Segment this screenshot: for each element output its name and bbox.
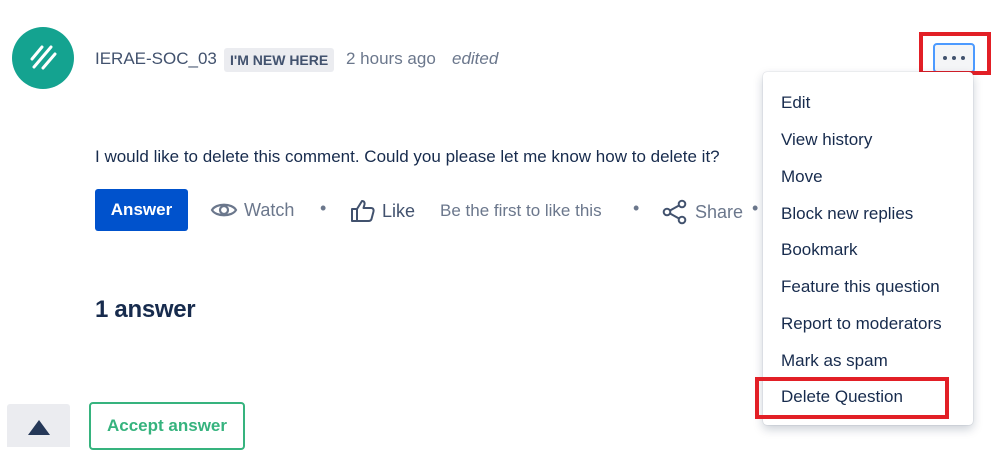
menu-item-report[interactable]: Report to moderators bbox=[781, 314, 942, 334]
menu-item-view-history[interactable]: View history bbox=[781, 130, 872, 150]
menu-item-move[interactable]: Move bbox=[781, 167, 823, 187]
menu-item-feature-question[interactable]: Feature this question bbox=[781, 277, 940, 297]
watch-label: Watch bbox=[244, 199, 295, 220]
like-prompt: Be the first to like this bbox=[440, 201, 602, 220]
highlight-box-delete bbox=[755, 377, 949, 419]
thumbs-up-icon bbox=[351, 200, 375, 222]
separator-dot: • bbox=[633, 198, 640, 218]
question-body: I would like to delete this comment. Cou… bbox=[95, 147, 720, 166]
share-icon bbox=[662, 199, 687, 225]
eye-icon bbox=[210, 203, 238, 217]
upvote-button[interactable] bbox=[7, 404, 70, 447]
page-title-fragment bbox=[296, 0, 314, 8]
triangle-up-icon bbox=[28, 420, 50, 435]
like-button[interactable]: Like bbox=[350, 199, 415, 223]
menu-item-mark-spam[interactable]: Mark as spam bbox=[781, 351, 888, 371]
accept-answer-button[interactable]: Accept answer bbox=[89, 402, 245, 450]
author-name[interactable]: IERAE-SOC_03 bbox=[95, 49, 217, 69]
watch-button[interactable]: Watch bbox=[210, 199, 294, 221]
answer-button[interactable]: Answer bbox=[95, 189, 188, 231]
menu-item-bookmark[interactable]: Bookmark bbox=[781, 240, 858, 260]
new-user-badge: I'M NEW HERE bbox=[224, 48, 335, 72]
like-label: Like bbox=[382, 200, 416, 221]
highlight-box-more bbox=[919, 32, 991, 75]
avatar[interactable] bbox=[12, 27, 74, 89]
separator-dot: • bbox=[320, 198, 327, 218]
separator-dot: • bbox=[752, 198, 759, 218]
answers-count-heading: 1 answer bbox=[95, 296, 196, 323]
more-actions-menu: Edit View history Move Block new replies… bbox=[763, 72, 973, 425]
menu-item-block-new-replies[interactable]: Block new replies bbox=[781, 204, 913, 224]
edited-label: edited bbox=[452, 49, 499, 68]
menu-item-edit[interactable]: Edit bbox=[781, 93, 810, 113]
avatar-logo-icon bbox=[30, 45, 57, 70]
share-label: Share bbox=[695, 201, 744, 222]
post-timestamp[interactable]: 2 hours ago bbox=[346, 49, 436, 69]
share-button[interactable]: Share bbox=[661, 199, 743, 225]
